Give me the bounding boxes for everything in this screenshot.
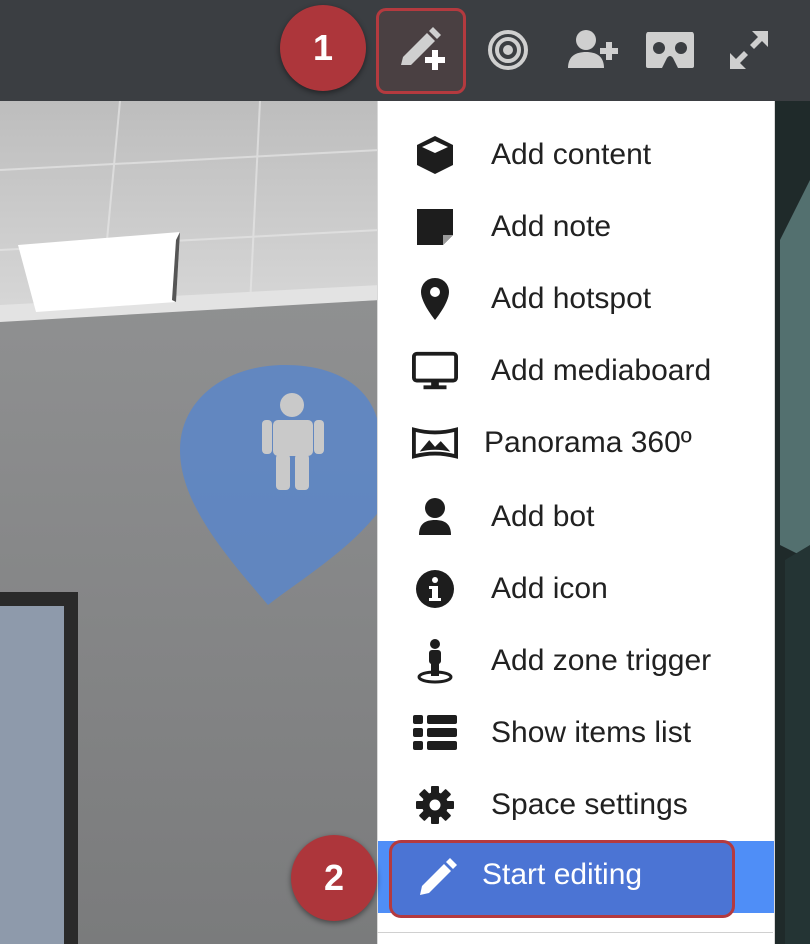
vr-headset-button[interactable] xyxy=(632,14,708,86)
sticky-note-icon xyxy=(412,204,458,250)
menu-item-label: Add icon xyxy=(491,572,608,605)
menu-item-panorama-360[interactable]: Panorama 360º xyxy=(378,407,774,479)
menu-item-label: Add bot xyxy=(491,500,595,533)
expand-icon xyxy=(728,29,770,71)
target-button[interactable] xyxy=(470,14,546,86)
menu-item-label: Panorama 360º xyxy=(484,426,692,459)
menu-item-add-icon[interactable]: Add icon xyxy=(378,553,774,625)
menu-item-add-bot[interactable]: Add bot xyxy=(378,481,774,553)
info-circle-icon xyxy=(412,566,458,612)
menu-divider xyxy=(377,932,773,933)
menu-item-add-hotspot[interactable]: Add hotspot xyxy=(378,263,774,335)
fullscreen-button[interactable] xyxy=(711,14,787,86)
menu-item-label: Add hotspot xyxy=(491,282,652,315)
add-menu-dropdown: Add content Add note Add hotspot Add med… xyxy=(377,101,775,944)
menu-item-label: Add mediaboard xyxy=(491,354,712,387)
edit-add-button[interactable] xyxy=(376,8,466,94)
menu-item-label: Show items list xyxy=(491,716,692,749)
menu-item-add-content[interactable]: Add content xyxy=(378,119,774,191)
list-icon xyxy=(412,710,458,756)
top-toolbar xyxy=(0,0,810,101)
target-icon xyxy=(486,28,530,72)
gear-icon xyxy=(412,782,458,828)
zone-trigger-icon xyxy=(412,638,458,684)
menu-item-add-note[interactable]: Add note xyxy=(378,191,774,263)
menu-item-space-settings[interactable]: Space settings xyxy=(378,769,774,841)
cube-icon xyxy=(412,132,458,178)
add-user-button[interactable] xyxy=(555,14,631,86)
menu-item-label: Add content xyxy=(491,138,652,171)
panorama-icon xyxy=(412,420,458,466)
step-2-callout: 2 xyxy=(291,835,377,921)
menu-item-label: Add note xyxy=(491,210,612,243)
edit-add-icon xyxy=(395,25,447,77)
add-user-icon xyxy=(566,28,620,72)
step-1-callout: 1 xyxy=(280,5,366,91)
user-icon xyxy=(412,494,458,540)
menu-item-show-items-list[interactable]: Show items list xyxy=(378,697,774,769)
menu-item-label: Space settings xyxy=(491,788,688,821)
start-editing-label: Start editing xyxy=(482,858,643,891)
vr-headset-icon xyxy=(644,30,696,70)
menu-item-add-mediaboard[interactable]: Add mediaboard xyxy=(378,335,774,407)
map-marker-icon xyxy=(412,276,458,322)
menu-item-label: Add zone trigger xyxy=(491,644,712,677)
monitor-icon xyxy=(412,348,458,394)
menu-item-add-zone-trigger[interactable]: Add zone trigger xyxy=(378,625,774,697)
pencil-icon xyxy=(416,857,458,904)
